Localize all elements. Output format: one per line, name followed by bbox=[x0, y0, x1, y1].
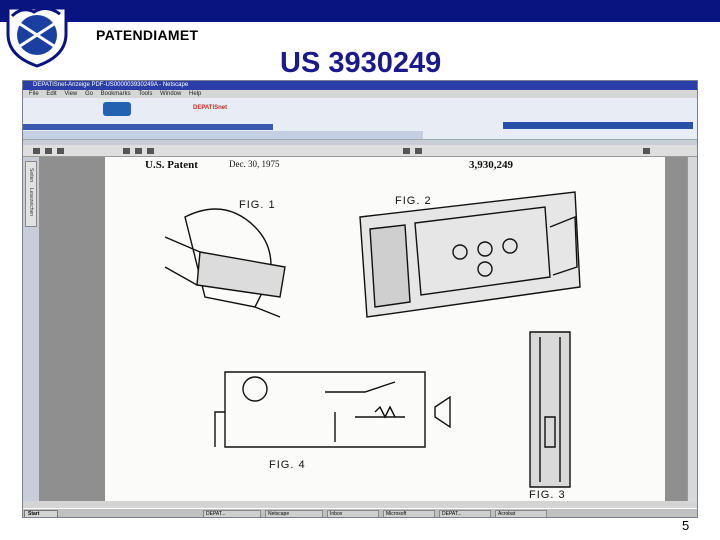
fig3-device bbox=[529, 331, 571, 488]
menu-file[interactable]: File bbox=[29, 91, 39, 97]
tab-bookmarks[interactable]: Lesezeichen bbox=[28, 188, 34, 216]
menu-view[interactable]: View bbox=[64, 91, 77, 97]
patent-header-date: Dec. 30, 1975 bbox=[229, 159, 280, 169]
zoom-out-icon[interactable] bbox=[403, 148, 410, 154]
status-bar bbox=[23, 501, 697, 508]
task-item[interactable]: DEPAT... bbox=[439, 510, 491, 517]
menu-window[interactable]: Window bbox=[160, 91, 181, 97]
task-item[interactable]: DEPAT... bbox=[203, 510, 261, 517]
zoom-icon[interactable] bbox=[123, 148, 130, 154]
depatis-label: DEPATISnet bbox=[193, 105, 228, 111]
fig2-label: FIG. 2 bbox=[395, 195, 432, 207]
patent-header-left: U.S. Patent bbox=[145, 159, 198, 171]
view-options-strip bbox=[23, 131, 423, 139]
fig4-label: FIG. 4 bbox=[269, 459, 306, 471]
brand-title: PATENDIAMET bbox=[96, 27, 199, 43]
menu-bar: File Edit View Go Bookmarks Tools Window… bbox=[23, 90, 697, 98]
hand-icon[interactable] bbox=[135, 148, 142, 154]
print-icon[interactable] bbox=[45, 148, 52, 154]
save-icon[interactable] bbox=[33, 148, 40, 154]
windows-taskbar: Start DEPAT... Netscape Inbox Microsoft … bbox=[23, 508, 697, 517]
slide-number: 5 bbox=[682, 518, 690, 533]
menu-help[interactable]: Help bbox=[189, 91, 201, 97]
menu-bookmarks[interactable]: Bookmarks bbox=[101, 91, 131, 97]
menu-tools[interactable]: Tools bbox=[138, 91, 152, 97]
select-text-icon[interactable] bbox=[147, 148, 154, 154]
menu-edit[interactable]: Edit bbox=[46, 91, 56, 97]
task-item[interactable]: Netscape bbox=[265, 510, 323, 517]
menu-go[interactable]: Go bbox=[85, 91, 93, 97]
patent-number-title: US 3930249 bbox=[280, 47, 442, 79]
patendiamet-logo bbox=[6, 6, 68, 68]
fig4-circuit bbox=[224, 371, 426, 448]
nav-strip bbox=[23, 124, 273, 130]
tab-pages[interactable]: Seiten bbox=[28, 168, 34, 182]
vertical-scrollbar[interactable] bbox=[687, 157, 697, 503]
depatis-logo-icon bbox=[103, 102, 131, 116]
patent-header-number: 3,930,249 bbox=[469, 159, 513, 171]
adobe-icon bbox=[643, 148, 650, 154]
window-title: DEPATISnet-Anzeige PDF-US000003930249A -… bbox=[23, 81, 697, 90]
fig3-label: FIG. 3 bbox=[529, 489, 566, 501]
task-item[interactable]: Acrobat bbox=[495, 510, 547, 517]
side-tabs: Seiten Lesezeichen bbox=[25, 161, 37, 227]
patent-drawing bbox=[164, 191, 581, 488]
task-item[interactable]: Microsoft bbox=[383, 510, 435, 517]
start-button[interactable]: Start bbox=[24, 510, 58, 517]
acrobat-toolbar bbox=[23, 145, 697, 157]
depatis-header: DEPATISnet bbox=[23, 98, 697, 155]
fig1-device bbox=[196, 251, 286, 298]
top-title-bar bbox=[0, 0, 720, 22]
task-item[interactable]: Inbox bbox=[327, 510, 379, 517]
email-icon[interactable] bbox=[57, 148, 64, 154]
embedded-screenshot: DEPATISnet-Anzeige PDF-US000003930249A -… bbox=[22, 80, 698, 518]
fig1-label: FIG. 1 bbox=[239, 199, 276, 211]
document-area: U.S. Patent Dec. 30, 1975 3,930,249 FIG.… bbox=[39, 157, 687, 503]
document-info-strip bbox=[503, 122, 693, 129]
zoom-in-icon[interactable] bbox=[415, 148, 422, 154]
